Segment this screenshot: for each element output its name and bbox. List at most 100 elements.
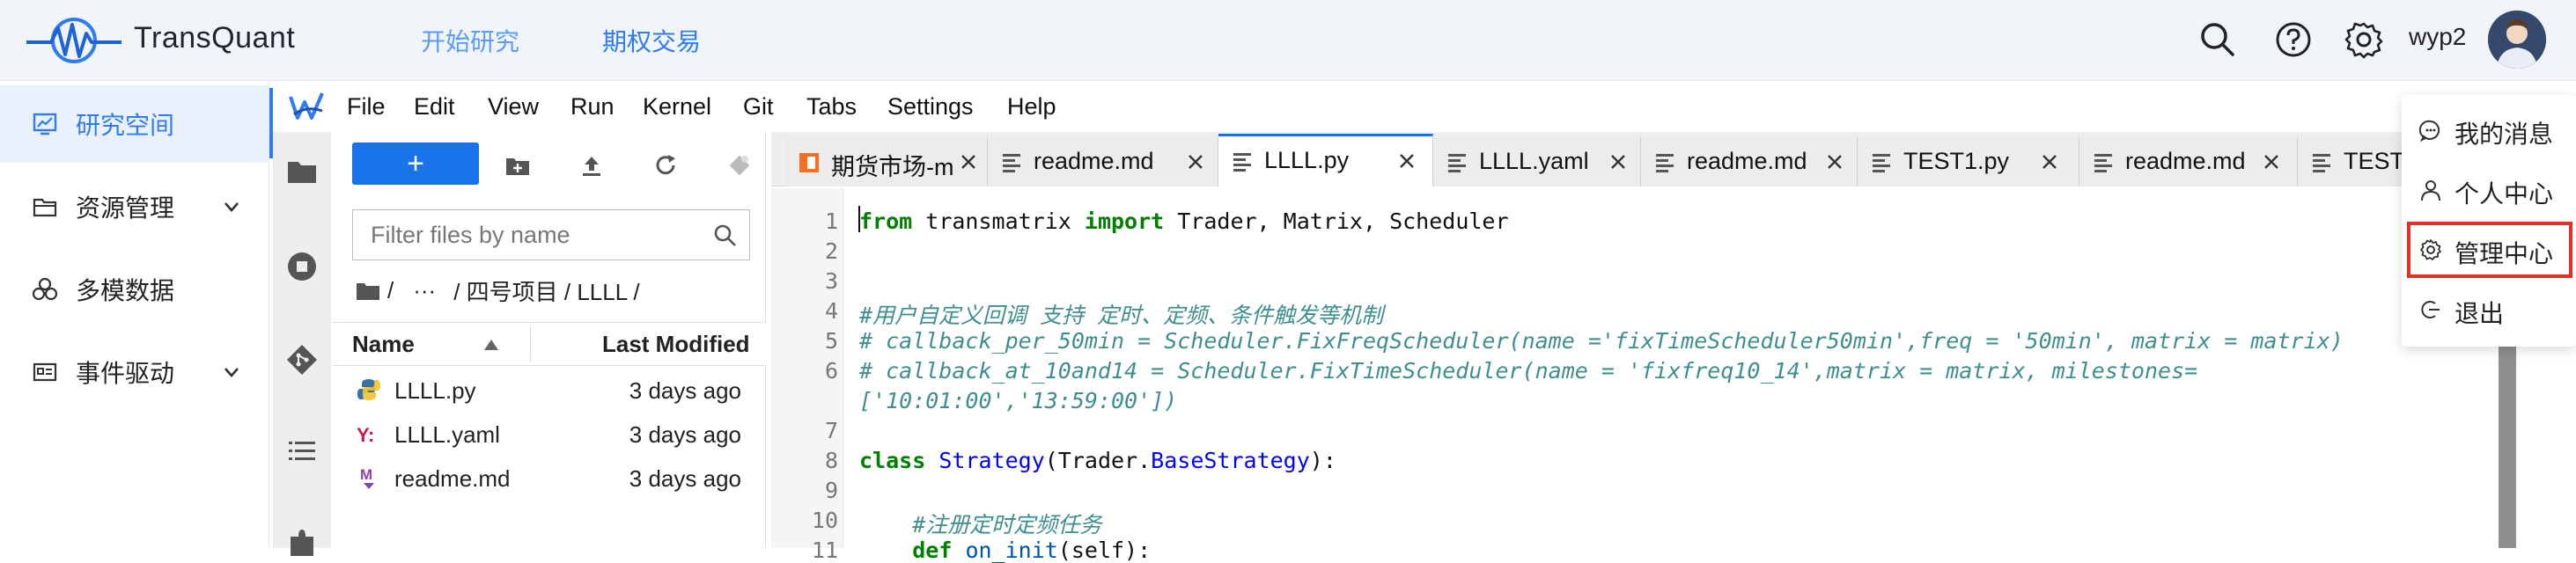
tab-llll-yaml[interactable]: LLLL.yaml (1433, 137, 1641, 186)
close-icon[interactable] (1606, 150, 1630, 174)
git-clone-icon[interactable] (725, 151, 754, 179)
sidebar-item-research-space[interactable]: 研究空间 (0, 85, 269, 163)
menu-view[interactable]: View (488, 93, 539, 121)
menu-item-logout[interactable]: 退出 (2402, 283, 2576, 336)
settings-gear-icon[interactable] (2344, 19, 2384, 60)
tab-test-truncated[interactable]: TEST (2298, 137, 2405, 186)
text-file-icon (2310, 151, 2333, 174)
file-row[interactable]: M readme.md 3 days ago (333, 456, 766, 500)
yaml-icon: Y: (356, 420, 382, 447)
breadcrumb: / ··· / 四号项目 / LLLL / (356, 274, 640, 307)
tab-llll-py-active[interactable]: LLLL.py (1218, 134, 1433, 186)
sort-ascending-icon[interactable] (482, 338, 500, 352)
line-number: 8 (824, 448, 838, 473)
line-number: 4 (824, 298, 838, 324)
tab-test1-py[interactable]: TEST1.py (1858, 137, 2079, 186)
file-modified: 3 days ago (629, 377, 741, 404)
file-browser-folder-icon[interactable] (285, 155, 319, 188)
extension-puzzle-icon[interactable] (285, 524, 319, 558)
username[interactable]: wyp2 (2409, 23, 2466, 51)
close-icon[interactable] (1395, 149, 1419, 173)
chevron-down-icon[interactable] (220, 361, 243, 384)
activity-bar (273, 132, 331, 556)
filter-files-field[interactable] (352, 209, 750, 260)
nav-options-trading[interactable]: 期权交易 (602, 23, 701, 58)
plus-icon: + (407, 147, 424, 180)
table-of-contents-icon[interactable] (285, 435, 319, 468)
sidebar-item-label: 资源管理 (76, 194, 175, 222)
line-number: 10 (811, 508, 838, 533)
transquant-logo-icon[interactable] (25, 12, 123, 69)
menu-tabs[interactable]: Tabs (806, 93, 857, 121)
logout-icon (2419, 298, 2442, 321)
file-modified: 3 days ago (629, 421, 741, 448)
breadcrumb-root[interactable]: / (387, 277, 394, 304)
tab-label: readme.md (1687, 148, 1807, 174)
avatar[interactable] (2488, 11, 2546, 69)
menu-file[interactable]: File (347, 93, 386, 121)
tab-readme[interactable]: readme.md (988, 137, 1218, 186)
close-icon[interactable] (1183, 150, 1208, 174)
text-file-icon (1446, 151, 1468, 174)
tab-label: TEST (2344, 148, 2405, 174)
close-icon[interactable] (2037, 150, 2062, 174)
menu-item-personal-center[interactable]: 个人中心 (2402, 164, 2576, 216)
running-stop-icon[interactable] (285, 250, 319, 283)
menu-git[interactable]: Git (743, 93, 774, 121)
monitor-chart-icon (32, 111, 58, 137)
search-icon (712, 223, 739, 249)
tab-readme[interactable]: readme.md (2079, 137, 2298, 186)
sidebar-item-multimodal-data[interactable]: 多模数据 (0, 251, 269, 328)
file-name: LLLL.yaml (394, 421, 500, 448)
line-number: 3 (824, 268, 838, 294)
brand-name[interactable]: TransQuant (134, 21, 295, 55)
column-divider[interactable] (530, 325, 531, 362)
sidebar-item-label: 多模数据 (76, 277, 175, 304)
menu-edit[interactable]: Edit (414, 93, 455, 121)
breadcrumb-path[interactable]: / 四号项目 / LLLL / (453, 274, 639, 307)
tab-readme[interactable]: readme.md (1641, 137, 1858, 186)
menu-kernel[interactable]: Kernel (643, 93, 711, 121)
sidebar-item-event-driven[interactable]: 事件驱动 (0, 333, 269, 411)
close-icon[interactable] (1822, 150, 1847, 174)
tab-label: TEST1.py (1903, 148, 2010, 174)
menu-help[interactable]: Help (1007, 93, 1056, 121)
left-navigation: 研究空间 资源管理 多模数据 事件驱动 (0, 82, 269, 548)
close-icon[interactable] (956, 150, 981, 174)
text-file-icon (1870, 151, 1893, 174)
upload-icon[interactable] (578, 151, 606, 179)
nav-start-research[interactable]: 开始研究 (421, 23, 519, 58)
git-icon[interactable] (285, 343, 319, 377)
code-line: ['10:01:00','13:59:00']) (859, 388, 1178, 413)
new-launcher-button[interactable]: + (352, 143, 479, 185)
menu-settings[interactable]: Settings (887, 93, 974, 121)
line-number: 9 (824, 478, 838, 503)
menu-item-my-messages[interactable]: 我的消息 (2402, 104, 2576, 157)
column-header-name[interactable]: Name (352, 331, 415, 358)
search-icon[interactable] (2197, 19, 2238, 60)
new-folder-icon[interactable] (504, 151, 532, 179)
code-line: from transmatrix import Trader, Matrix, … (859, 208, 1509, 234)
file-name: LLLL.py (394, 377, 476, 404)
refresh-icon[interactable] (651, 151, 680, 179)
sidebar-item-label: 研究空间 (76, 112, 175, 139)
close-icon[interactable] (2259, 150, 2284, 174)
menu-item-label: 个人中心 (2455, 180, 2554, 208)
sidebar-item-resource-management[interactable]: 资源管理 (0, 168, 269, 245)
file-row[interactable]: Y: LLLL.yaml 3 days ago (333, 412, 766, 456)
line-number: 1 (824, 208, 838, 234)
line-number: 5 (824, 328, 838, 354)
code-line: def on_init(self): (912, 537, 1152, 563)
menu-run[interactable]: Run (570, 93, 615, 121)
tab-notebook[interactable]: 期货市场-ma (785, 137, 988, 186)
help-icon[interactable] (2273, 19, 2314, 60)
line-number: 2 (824, 238, 838, 264)
home-folder-icon[interactable] (356, 281, 380, 302)
filter-files-input[interactable] (371, 221, 705, 249)
column-header-last-modified[interactable]: Last Modified (602, 331, 750, 358)
text-file-icon (2092, 151, 2115, 174)
menu-item-label: 我的消息 (2455, 121, 2554, 148)
chevron-down-icon[interactable] (220, 195, 243, 218)
breadcrumb-ellipsis[interactable]: ··· (413, 277, 436, 304)
file-row[interactable]: LLLL.py 3 days ago (333, 368, 766, 412)
